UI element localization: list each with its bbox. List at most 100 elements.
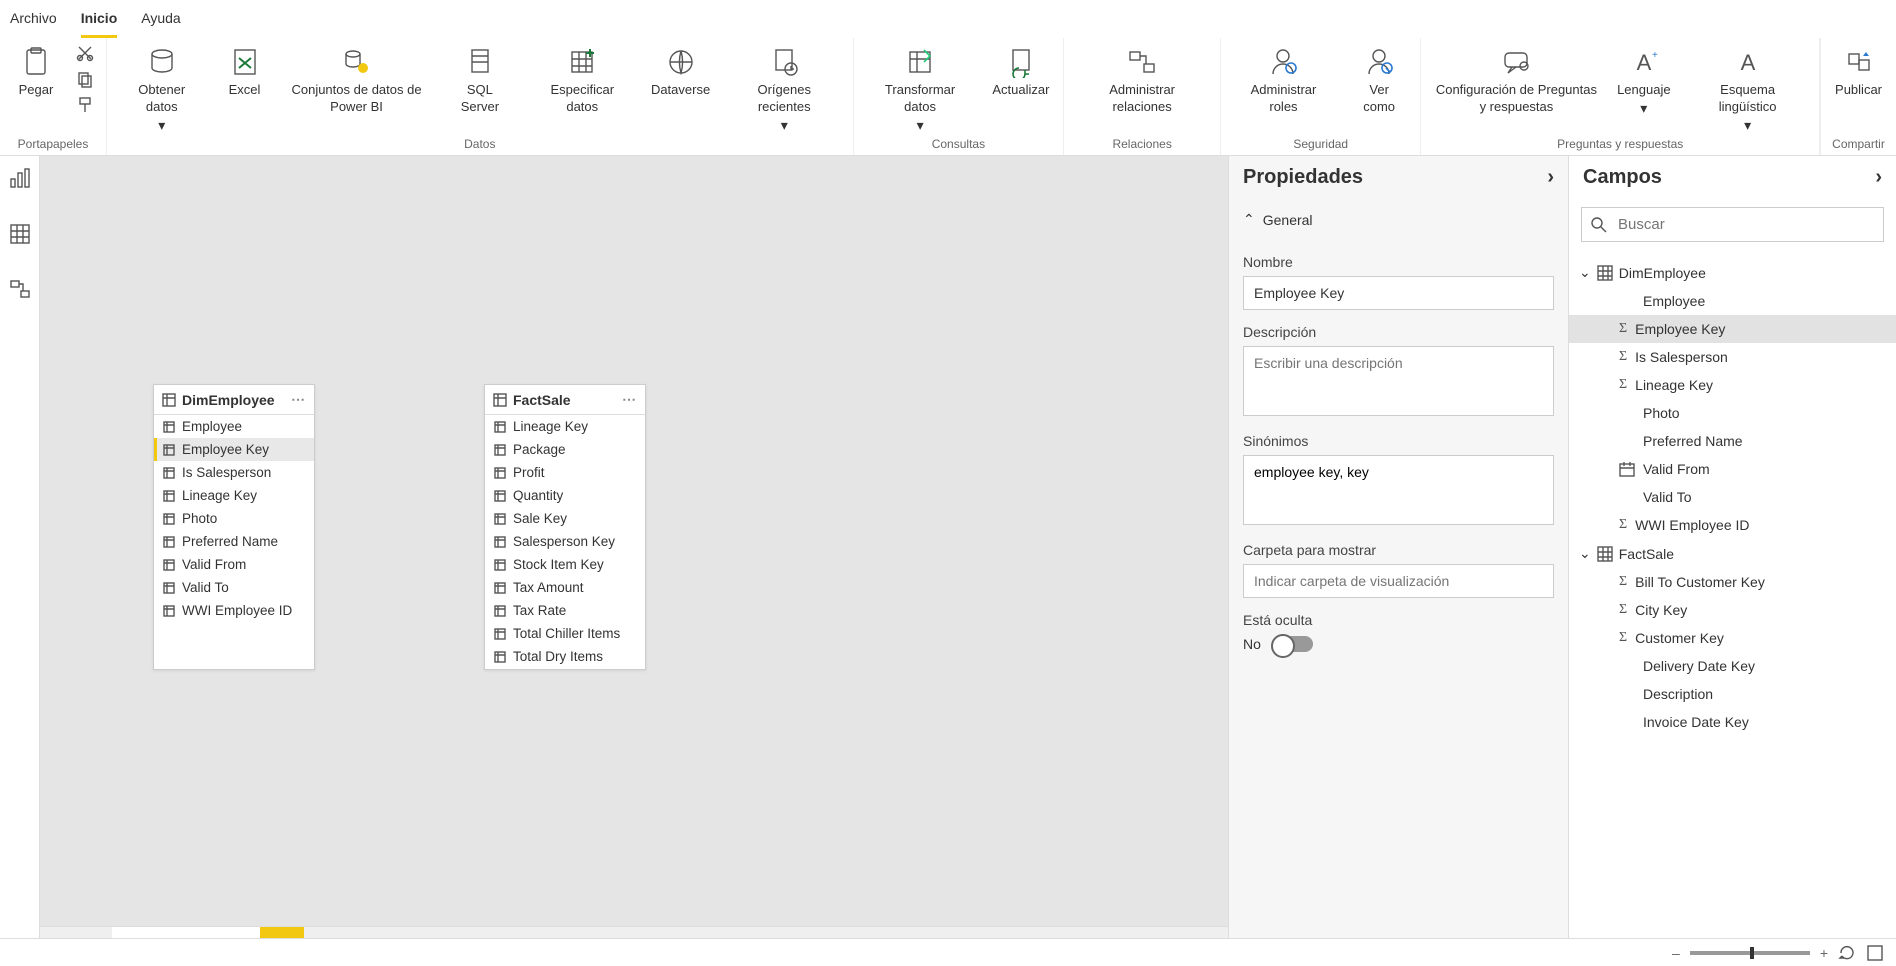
- collapse-fields-icon[interactable]: ›: [1875, 166, 1882, 189]
- table-field-row[interactable]: WWI Employee ID: [154, 599, 314, 622]
- field-label: Photo: [182, 511, 217, 526]
- administrar-relaciones-button[interactable]: Administrar relaciones: [1074, 42, 1210, 118]
- publicar-label: Publicar: [1835, 82, 1882, 99]
- table-card-header[interactable]: DimEmployee ⋯: [154, 385, 314, 415]
- table-field-row[interactable]: Lineage Key: [154, 484, 314, 507]
- table-field-row[interactable]: Employee Key: [154, 438, 314, 461]
- tree-field-row[interactable]: ΣCustomer Key: [1569, 624, 1896, 652]
- oculta-toggle[interactable]: [1275, 636, 1313, 652]
- table-card-factsale[interactable]: FactSale ⋯ Lineage KeyPackage Profit Quant…: [484, 384, 646, 670]
- dataverse-button[interactable]: Dataverse: [647, 42, 714, 101]
- origenes-button[interactable]: Orígenes recientes ▾: [726, 42, 843, 136]
- ribbon-group-label-portapapeles: Portapapeles: [18, 137, 89, 153]
- column-icon: [162, 420, 176, 434]
- ver-como-button[interactable]: Ver como: [1348, 42, 1411, 118]
- tree-field-row[interactable]: Valid To: [1569, 483, 1896, 511]
- administrar-roles-button[interactable]: Administrar roles: [1231, 42, 1336, 118]
- pegar-button[interactable]: Pegar: [10, 42, 62, 101]
- table-field-row[interactable]: Package: [485, 438, 645, 461]
- copy-icon[interactable]: [74, 68, 96, 90]
- table-field-row[interactable]: Sale Key: [485, 507, 645, 530]
- table-field-row[interactable]: Total Chiller Items: [485, 622, 645, 645]
- publish-icon: [1841, 44, 1877, 80]
- model-canvas[interactable]: DimEmployee ⋯ Employee Employee Key Is Sal…: [40, 156, 1228, 926]
- ribbon-group-label-compartir: Compartir: [1832, 137, 1885, 153]
- field-label: Profit: [513, 465, 545, 480]
- table-field-row[interactable]: Is Salesperson: [154, 461, 314, 484]
- table-field-row[interactable]: Valid From: [154, 553, 314, 576]
- especificar-button[interactable]: Especificar datos: [529, 42, 635, 118]
- table-field-row[interactable]: Quantity: [485, 484, 645, 507]
- zoom-out[interactable]: –: [1672, 945, 1680, 961]
- table-field-row[interactable]: Total Dry Items: [485, 645, 645, 668]
- table-field-row[interactable]: Lineage Key: [485, 415, 645, 438]
- carpeta-input[interactable]: [1243, 564, 1554, 598]
- tree-field-row[interactable]: ΣIs Salesperson: [1569, 343, 1896, 371]
- table-field-row[interactable]: Tax Amount: [485, 576, 645, 599]
- fullscreen-icon[interactable]: [1866, 944, 1884, 962]
- menu-archivo[interactable]: Archivo: [10, 6, 57, 38]
- table-field-row[interactable]: Profit: [485, 461, 645, 484]
- cut-icon[interactable]: [74, 42, 96, 64]
- actualizar-button[interactable]: Actualizar: [989, 42, 1054, 101]
- config-preguntas-button[interactable]: Configuración de Preguntas y respuestas: [1431, 42, 1601, 118]
- ribbon-group-consultas: Transformar datos ▾ Actualizar Consultas: [854, 38, 1065, 155]
- excel-button[interactable]: Excel: [219, 42, 271, 101]
- sql-server-button[interactable]: SQL Server: [443, 42, 518, 118]
- menu-ayuda[interactable]: Ayuda: [141, 6, 180, 38]
- tree-field-row[interactable]: ΣEmployee Key: [1569, 315, 1896, 343]
- tree-field-row[interactable]: Valid From: [1569, 455, 1896, 483]
- ribbon-group-label-seguridad: Seguridad: [1293, 137, 1348, 153]
- zoom-in[interactable]: +: [1820, 945, 1828, 961]
- tree-field-row[interactable]: Description: [1569, 680, 1896, 708]
- lenguaje-button[interactable]: A+ Lenguaje ▾: [1613, 42, 1674, 119]
- table-field-row[interactable]: Employee: [154, 415, 314, 438]
- svg-text:A: A: [1740, 50, 1755, 75]
- esquema-button[interactable]: A Esquema lingüístico ▾: [1686, 42, 1809, 136]
- table-card-more-icon[interactable]: ⋯: [291, 391, 306, 408]
- model-view-icon[interactable]: [8, 278, 32, 302]
- tree-table-row[interactable]: ⌄FactSale: [1569, 539, 1896, 568]
- tree-field-row[interactable]: Preferred Name: [1569, 427, 1896, 455]
- table-field-row[interactable]: Valid To: [154, 576, 314, 599]
- tree-field-row[interactable]: ΣWWI Employee ID: [1569, 511, 1896, 539]
- tree-field-row[interactable]: Employee: [1569, 287, 1896, 315]
- fit-to-page-icon[interactable]: [1838, 944, 1856, 962]
- conjuntos-button[interactable]: Conjuntos de datos de Power BI: [283, 42, 431, 118]
- section-general[interactable]: ⌃ General: [1243, 199, 1554, 240]
- tree-field-row[interactable]: Invoice Date Key: [1569, 708, 1896, 736]
- search-input[interactable]: [1581, 207, 1884, 242]
- report-view-icon[interactable]: [8, 166, 32, 190]
- table-card-header[interactable]: FactSale ⋯: [485, 385, 645, 415]
- table-card-dimemployee[interactable]: DimEmployee ⋯ Employee Employee Key Is Sal…: [153, 384, 315, 670]
- ribbon-group-label-consultas: Consultas: [932, 137, 985, 153]
- table-field-row[interactable]: Stock Item Key: [485, 553, 645, 576]
- data-view-icon[interactable]: [8, 222, 32, 246]
- table-field-row[interactable]: Photo: [154, 507, 314, 530]
- obtener-datos-button[interactable]: Obtener datos ▾: [117, 42, 207, 136]
- publicar-button[interactable]: Publicar: [1831, 42, 1886, 101]
- descripcion-textarea[interactable]: [1243, 346, 1554, 416]
- tree-field-row[interactable]: ΣLineage Key: [1569, 371, 1896, 399]
- sinonimos-textarea[interactable]: [1243, 455, 1554, 525]
- tree-field-row[interactable]: ΣCity Key: [1569, 596, 1896, 624]
- field-label: Employee Key: [182, 442, 269, 457]
- refresh-icon: [1003, 44, 1039, 80]
- table-field-row[interactable]: Preferred Name: [154, 530, 314, 553]
- manage-relationships-icon: [1124, 44, 1160, 80]
- tree-field-row[interactable]: Delivery Date Key: [1569, 652, 1896, 680]
- table-card-more-icon[interactable]: ⋯: [622, 391, 637, 408]
- ribbon-group-relaciones: Administrar relaciones Relaciones: [1064, 38, 1221, 155]
- tree-table-label: DimEmployee: [1619, 265, 1706, 281]
- zoom-slider[interactable]: [1690, 951, 1810, 955]
- menu-inicio[interactable]: Inicio: [81, 6, 118, 38]
- tree-field-row[interactable]: Photo: [1569, 399, 1896, 427]
- tree-field-row[interactable]: ΣBill To Customer Key: [1569, 568, 1896, 596]
- table-field-row[interactable]: Tax Rate: [485, 599, 645, 622]
- table-field-row[interactable]: Salesperson Key: [485, 530, 645, 553]
- tree-table-row[interactable]: ⌄DimEmployee: [1569, 258, 1896, 287]
- nombre-input[interactable]: [1243, 276, 1554, 310]
- collapse-properties-icon[interactable]: ›: [1547, 166, 1554, 189]
- format-painter-icon[interactable]: [74, 94, 96, 116]
- transformar-button[interactable]: Transformar datos ▾: [864, 42, 977, 136]
